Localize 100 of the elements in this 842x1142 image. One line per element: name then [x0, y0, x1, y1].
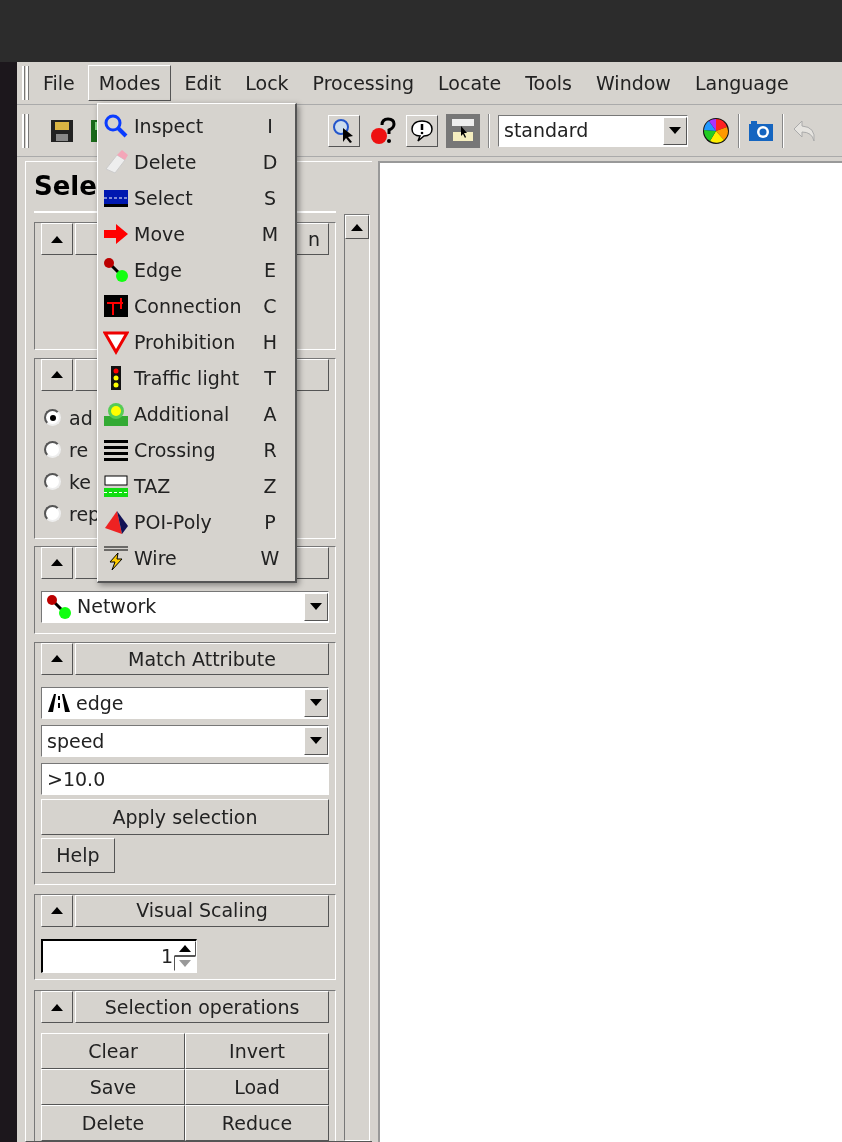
menu-item[interactable]: Language: [683, 65, 800, 101]
shortcut-label: D: [261, 149, 279, 175]
shortcut-label: W: [259, 545, 281, 571]
arrow-icon: [103, 221, 129, 247]
menu-entry[interactable]: Move M: [98, 216, 295, 252]
scale-spinner[interactable]: 1: [41, 938, 197, 973]
up-arrow-icon: [51, 235, 63, 243]
radio-label: ad: [69, 405, 93, 431]
up-arrow-icon: [351, 223, 363, 231]
camera-icon[interactable]: [748, 119, 774, 142]
dropdown-button[interactable]: [304, 592, 328, 621]
spin-down-button[interactable]: [174, 956, 196, 972]
radio-label: re: [69, 437, 89, 463]
question-icon[interactable]: [368, 115, 398, 146]
speech-bubble-icon: [410, 118, 434, 143]
radio-button[interactable]: [44, 441, 61, 459]
group-header[interactable]: Selection operations: [75, 991, 329, 1023]
caret-icon: [310, 699, 322, 707]
menu-entry[interactable]: Connection C: [98, 288, 295, 324]
menu-entry[interactable]: Prohibition H: [98, 324, 295, 360]
collapse-button[interactable]: [41, 991, 73, 1023]
up-arrow-icon: [51, 907, 63, 915]
scheme-dropdown[interactable]: standard: [498, 114, 688, 147]
magnifier-icon: [103, 113, 129, 139]
menu-item[interactable]: Locate: [427, 65, 513, 101]
group-header[interactable]: Match Attribute: [75, 642, 329, 675]
wire-icon: [103, 545, 129, 571]
menu-entry[interactable]: POI-Poly P: [98, 504, 295, 540]
value-field[interactable]: >10.0: [41, 762, 329, 795]
dropdown-button[interactable]: [304, 726, 328, 755]
scroll-up-button[interactable]: [345, 215, 369, 239]
menu-entry-label: Edge: [134, 257, 183, 283]
shortcut-label: E: [263, 257, 277, 283]
shortcut-label: C: [262, 293, 278, 319]
attribute-dropdown[interactable]: speed: [41, 724, 329, 757]
dropdown-button[interactable]: [663, 116, 687, 145]
road-icon: [47, 692, 71, 713]
menu-entry[interactable]: Crossing R: [98, 432, 295, 468]
operation-button[interactable]: Reduce: [185, 1105, 329, 1141]
dropdown-button[interactable]: [304, 688, 328, 717]
operation-button[interactable]: Clear: [41, 1033, 185, 1069]
menu-entry-label: Delete: [134, 149, 198, 175]
apply-selection-button[interactable]: Apply selection: [41, 798, 329, 835]
connection-icon: [103, 293, 129, 319]
zone-icon: [103, 473, 129, 499]
menu-item[interactable]: File: [32, 65, 86, 101]
grip-icon[interactable]: [22, 113, 30, 148]
color-wheel-icon[interactable]: [702, 116, 730, 145]
help-button[interactable]: Help: [41, 837, 115, 873]
menu-entry[interactable]: Edge E: [98, 252, 295, 288]
shortcut-label: S: [262, 185, 278, 211]
collapse-button[interactable]: [41, 642, 73, 675]
caret-icon: [669, 127, 681, 134]
menu-item[interactable]: Lock: [234, 65, 300, 101]
operation-button[interactable]: Save: [41, 1069, 185, 1105]
collapse-button[interactable]: [41, 894, 73, 927]
operation-button[interactable]: Delete: [41, 1105, 185, 1141]
up-arrow-icon: [51, 1003, 63, 1011]
menu-entry[interactable]: Inspect I: [98, 108, 295, 144]
menu-entry[interactable]: Wire W: [98, 540, 295, 576]
collapse-button[interactable]: [41, 223, 73, 256]
menu-item[interactable]: Processing: [301, 65, 426, 101]
menu-item[interactable]: Edit: [173, 65, 233, 101]
save-icon[interactable]: [50, 118, 74, 143]
menu-entry[interactable]: Traffic light T: [98, 360, 295, 396]
radio-button[interactable]: [44, 409, 61, 427]
radio-button[interactable]: [44, 473, 61, 491]
menu-entry[interactable]: Delete D: [98, 144, 295, 180]
collapse-button[interactable]: [41, 546, 73, 579]
spin-up-button[interactable]: [174, 941, 196, 957]
menu-entry[interactable]: TAZ Z: [98, 468, 295, 504]
collapse-button[interactable]: [41, 358, 73, 391]
menu-entry-label: Additional: [134, 401, 231, 427]
menu-entry-label: Move: [134, 221, 186, 247]
scrollbar[interactable]: [344, 214, 370, 1141]
menu-item[interactable]: Tools: [514, 65, 583, 101]
menu-entry-label: Wire: [134, 545, 178, 571]
operation-button[interactable]: Load: [185, 1069, 329, 1105]
inspect-pointer-button[interactable]: [328, 114, 360, 147]
element-dropdown[interactable]: edge: [41, 686, 329, 719]
operation-button[interactable]: Invert: [185, 1033, 329, 1069]
message-button[interactable]: [406, 114, 438, 147]
shortcut-label: I: [266, 113, 274, 139]
menu-item[interactable]: Window: [585, 65, 682, 101]
group-header[interactable]: Visual Scaling: [75, 894, 329, 927]
menu-entry[interactable]: Select S: [98, 180, 295, 216]
menu-entry-label: Crossing: [134, 437, 217, 463]
shortcut-label: A: [262, 401, 278, 427]
up-arrow-icon: [179, 960, 191, 968]
caret-icon: [310, 737, 322, 745]
shortcut-label: M: [260, 221, 280, 247]
up-arrow-icon: [51, 655, 63, 663]
yield-sign-icon: [103, 329, 129, 355]
element-set-dropdown[interactable]: Network: [41, 590, 329, 623]
edge-icon: [46, 593, 72, 620]
menu-toggle-button[interactable]: [446, 113, 480, 148]
menu-item[interactable]: Modes: [87, 65, 172, 101]
radio-button[interactable]: [44, 505, 61, 523]
grip-icon[interactable]: [22, 66, 30, 100]
menu-entry[interactable]: Additional A: [98, 396, 295, 432]
